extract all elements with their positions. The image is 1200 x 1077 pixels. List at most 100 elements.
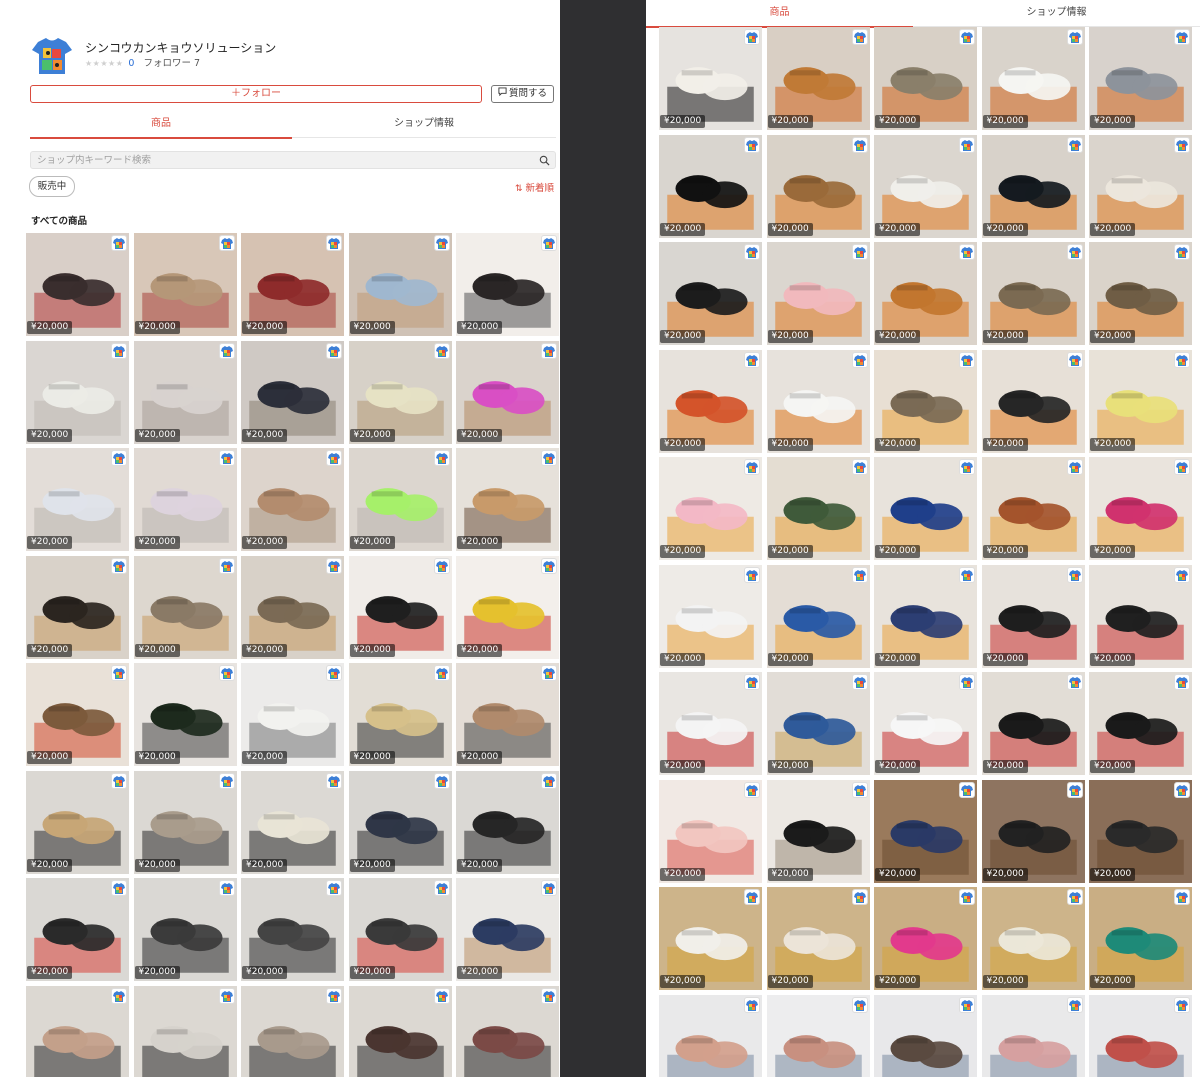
- product-card[interactable]: ¥20,000: [133, 233, 237, 336]
- product-card[interactable]: ¥20,000: [981, 564, 1085, 668]
- product-card[interactable]: ¥20,000: [766, 779, 870, 883]
- product-card[interactable]: ¥20,000: [456, 663, 559, 766]
- product-card[interactable]: ¥20,000: [981, 887, 1085, 990]
- product-card[interactable]: ¥20,000: [659, 672, 762, 775]
- product-card[interactable]: ¥20,000: [348, 340, 452, 444]
- tab-shop-info[interactable]: ショップ情報: [292, 112, 556, 138]
- product-card[interactable]: ¥20,000: [133, 878, 237, 981]
- product-card[interactable]: ¥20,000: [1089, 134, 1192, 238]
- product-card[interactable]: ¥20,000: [766, 242, 870, 345]
- product-card[interactable]: [1089, 994, 1192, 1077]
- product-card[interactable]: ¥20,000: [659, 457, 762, 560]
- product-card[interactable]: ¥20,000: [133, 448, 237, 551]
- product-card[interactable]: ¥20,000: [981, 457, 1085, 560]
- product-card[interactable]: ¥20,000: [766, 349, 870, 453]
- product-card[interactable]: [348, 985, 452, 1077]
- product-card[interactable]: ¥20,000: [1089, 349, 1192, 453]
- tab-products[interactable]: 商品: [30, 112, 292, 139]
- product-card[interactable]: [766, 994, 870, 1077]
- product-card[interactable]: [874, 994, 977, 1077]
- product-card[interactable]: ¥20,000: [456, 770, 559, 874]
- product-card[interactable]: ¥20,000: [874, 564, 977, 668]
- product-card[interactable]: ¥20,000: [26, 340, 129, 444]
- product-card[interactable]: [456, 985, 559, 1077]
- product-card[interactable]: [241, 985, 344, 1077]
- shop-avatar[interactable]: [30, 34, 74, 78]
- product-card[interactable]: ¥20,000: [133, 555, 237, 659]
- product-card[interactable]: ¥20,000: [659, 564, 762, 668]
- product-card[interactable]: ¥20,000: [766, 134, 870, 238]
- product-card[interactable]: ¥20,000: [1089, 779, 1192, 883]
- product-card[interactable]: ¥20,000: [26, 233, 129, 336]
- product-card[interactable]: ¥20,000: [241, 878, 344, 981]
- product-card[interactable]: ¥20,000: [874, 27, 977, 130]
- product-card[interactable]: ¥20,000: [241, 663, 344, 766]
- product-card[interactable]: ¥20,000: [456, 233, 559, 336]
- product-card[interactable]: ¥20,000: [981, 27, 1085, 130]
- product-card[interactable]: ¥20,000: [981, 349, 1085, 453]
- product-card[interactable]: ¥20,000: [1089, 564, 1192, 668]
- product-card[interactable]: ¥20,000: [133, 663, 237, 766]
- product-card[interactable]: ¥20,000: [766, 672, 870, 775]
- rating-count[interactable]: 0: [128, 58, 134, 69]
- product-card[interactable]: ¥20,000: [456, 448, 559, 551]
- search-icon[interactable]: [539, 155, 550, 166]
- product-card[interactable]: ¥20,000: [874, 672, 977, 775]
- product-card[interactable]: ¥20,000: [659, 242, 762, 345]
- product-card[interactable]: ¥20,000: [981, 134, 1085, 238]
- product-card[interactable]: [26, 985, 129, 1077]
- product-card[interactable]: ¥20,000: [456, 878, 559, 981]
- product-card[interactable]: ¥20,000: [456, 555, 559, 659]
- product-card[interactable]: ¥20,000: [766, 27, 870, 130]
- product-card[interactable]: ¥20,000: [26, 663, 129, 766]
- product-card[interactable]: ¥20,000: [1089, 672, 1192, 775]
- sort-newest-button[interactable]: ⇅ 新着順: [515, 180, 554, 194]
- product-card[interactable]: ¥20,000: [26, 555, 129, 659]
- product-card[interactable]: ¥20,000: [348, 770, 452, 874]
- product-card[interactable]: ¥20,000: [1089, 457, 1192, 560]
- product-card[interactable]: ¥20,000: [1089, 887, 1192, 990]
- product-card[interactable]: ¥20,000: [659, 134, 762, 238]
- product-card[interactable]: ¥20,000: [241, 770, 344, 874]
- product-card[interactable]: ¥20,000: [981, 779, 1085, 883]
- product-card[interactable]: [659, 994, 762, 1077]
- product-card[interactable]: [133, 985, 237, 1077]
- product-card[interactable]: ¥20,000: [874, 887, 977, 990]
- product-card[interactable]: ¥20,000: [766, 457, 870, 560]
- product-card[interactable]: ¥20,000: [26, 448, 129, 551]
- product-card[interactable]: [981, 994, 1085, 1077]
- product-card[interactable]: ¥20,000: [241, 233, 344, 336]
- product-card[interactable]: ¥20,000: [348, 878, 452, 981]
- product-card[interactable]: ¥20,000: [766, 564, 870, 668]
- product-card[interactable]: ¥20,000: [659, 27, 762, 130]
- product-card[interactable]: ¥20,000: [133, 340, 237, 444]
- tab-products[interactable]: 商品: [646, 0, 913, 28]
- product-card[interactable]: ¥20,000: [874, 457, 977, 560]
- product-card[interactable]: ¥20,000: [241, 340, 344, 444]
- on-sale-filter-chip[interactable]: 販売中: [29, 176, 75, 197]
- product-card[interactable]: ¥20,000: [659, 779, 762, 883]
- product-card[interactable]: ¥20,000: [981, 242, 1085, 345]
- product-card[interactable]: ¥20,000: [766, 887, 870, 990]
- product-card[interactable]: ¥20,000: [26, 878, 129, 981]
- product-card[interactable]: ¥20,000: [133, 770, 237, 874]
- ask-question-button[interactable]: 質問する: [491, 85, 554, 103]
- product-card[interactable]: ¥20,000: [1089, 242, 1192, 345]
- product-card[interactable]: ¥20,000: [659, 887, 762, 990]
- product-card[interactable]: ¥20,000: [241, 555, 344, 659]
- product-card[interactable]: ¥20,000: [348, 555, 452, 659]
- product-card[interactable]: ¥20,000: [981, 672, 1085, 775]
- product-card[interactable]: ¥20,000: [874, 349, 977, 453]
- follow-button[interactable]: ＋フォロー: [30, 85, 482, 103]
- product-card[interactable]: ¥20,000: [348, 448, 452, 551]
- product-card[interactable]: ¥20,000: [456, 340, 559, 444]
- product-card[interactable]: ¥20,000: [874, 779, 977, 883]
- product-card[interactable]: ¥20,000: [1089, 27, 1192, 130]
- product-card[interactable]: ¥20,000: [659, 349, 762, 453]
- product-card[interactable]: ¥20,000: [348, 663, 452, 766]
- product-card[interactable]: ¥20,000: [26, 770, 129, 874]
- product-card[interactable]: ¥20,000: [874, 242, 977, 345]
- product-card[interactable]: ¥20,000: [241, 448, 344, 551]
- tab-shop-info[interactable]: ショップ情報: [913, 0, 1200, 27]
- shop-search-input[interactable]: [37, 153, 532, 167]
